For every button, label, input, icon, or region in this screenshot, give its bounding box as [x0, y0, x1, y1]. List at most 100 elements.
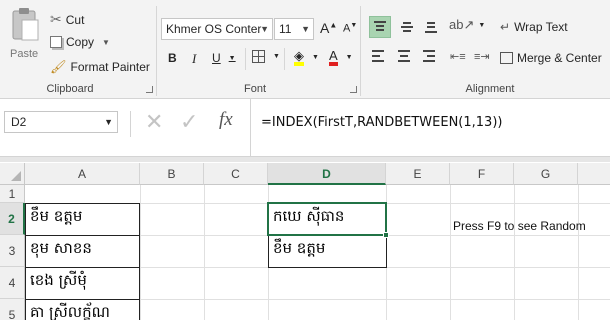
column-header-b[interactable]: B	[140, 163, 204, 185]
middle-align-button[interactable]	[397, 16, 419, 38]
select-all-corner[interactable]	[0, 163, 25, 185]
chevron-down-icon: ▼	[102, 37, 110, 47]
chevron-down-icon: ▼	[273, 53, 280, 60]
fx-icon: fx	[219, 109, 233, 130]
column-header-a[interactable]: A	[25, 163, 140, 185]
name-box-value: D2	[11, 115, 27, 129]
merge-center-icon	[500, 52, 513, 64]
cancel-formula-button[interactable]: ✕	[145, 111, 163, 133]
chevron-down-icon: ▼	[260, 24, 269, 34]
column-header-e[interactable]: E	[386, 163, 450, 185]
top-align-icon	[374, 21, 386, 31]
font-name-select[interactable]: Khmer OS Conter ▼	[161, 18, 273, 40]
merge-center-label: Merge & Center	[517, 51, 602, 65]
select-all-icon	[11, 171, 21, 181]
clipboard-group-label: Clipboard	[46, 83, 94, 95]
insert-function-button[interactable]: fx	[219, 109, 233, 131]
underline-button[interactable]: U ▼	[212, 51, 236, 65]
cut-label: Cut	[65, 12, 85, 27]
scissors-icon: ✂	[50, 11, 62, 27]
increase-font-icon: A▲	[320, 20, 338, 36]
chevron-down-icon: ▼	[478, 21, 486, 29]
merge-center-button[interactable]: Merge & Center	[500, 51, 602, 65]
cell-d3[interactable]: ខឹម ឧត្តម	[268, 235, 387, 268]
font-size-select[interactable]: 11 ▼	[274, 18, 314, 40]
wrap-text-icon: ↵	[500, 20, 511, 34]
font-size-value: 11	[279, 22, 292, 36]
formula-input[interactable]: =INDEX(FirstT,RANDBETWEEN(1,13))	[250, 99, 610, 157]
cut-button[interactable]: ✂ Cut	[50, 11, 84, 28]
row-header-1[interactable]: 1	[0, 185, 25, 203]
underline-label: U	[212, 51, 221, 65]
font-name-value: Khmer OS Conter	[166, 22, 262, 36]
cell-a2[interactable]: ខឹម ឧត្តម	[25, 203, 140, 236]
italic-button[interactable]: I	[192, 51, 196, 67]
font-color-button[interactable]: A ▼	[329, 49, 353, 66]
bold-button[interactable]: B	[168, 51, 177, 65]
chevron-down-icon: ▼	[104, 117, 113, 127]
borders-button[interactable]: ▼	[252, 50, 280, 63]
align-left-icon	[372, 50, 384, 62]
decrease-indent-icon: ⇤≡	[450, 51, 466, 63]
divider	[130, 111, 131, 137]
paste-icon	[12, 8, 39, 41]
column-header-h-partial[interactable]	[578, 163, 610, 185]
align-left-button[interactable]	[372, 50, 384, 62]
cell-a3[interactable]: ខុម សាខន	[25, 235, 140, 268]
format-painter-label: Format Painter	[70, 60, 150, 74]
bottom-align-button[interactable]	[421, 16, 443, 38]
copy-label: Copy	[66, 35, 95, 49]
copy-icon	[50, 36, 62, 48]
fill-color-button[interactable]: ◈ ▼	[294, 49, 319, 66]
column-header-c[interactable]: C	[204, 163, 268, 185]
row-header-3[interactable]: 3	[0, 235, 25, 267]
enter-formula-button[interactable]: ✓	[180, 111, 198, 133]
cell-d2-selected[interactable]: កឃេ ស៊ីធាន	[267, 202, 387, 236]
borders-icon	[252, 50, 265, 63]
chevron-down-icon: ▼	[301, 24, 310, 34]
wrap-text-button[interactable]: ↵ Wrap Text	[500, 20, 568, 34]
row-header-2[interactable]: 2	[0, 203, 25, 235]
column-header-d[interactable]: D	[268, 163, 386, 185]
alignment-group-label: Alignment	[465, 83, 515, 95]
top-align-button[interactable]	[369, 16, 391, 38]
name-box[interactable]: D2 ▼	[4, 111, 118, 133]
increase-font-size-button[interactable]: A▲	[320, 20, 337, 36]
divider	[284, 48, 285, 70]
format-painter-button[interactable]: 🖌 Format Painter	[50, 59, 150, 75]
decrease-font-icon: A▼	[343, 22, 358, 35]
formula-bar-gap	[0, 157, 610, 162]
fill-handle[interactable]	[383, 232, 389, 238]
worksheet-grid[interactable]: A B C D E F G 1 2 3 4 5 ខឹម ឧត្តម ខុម សា…	[0, 157, 610, 320]
clipboard-dialog-launcher[interactable]	[146, 86, 153, 93]
divider	[245, 48, 246, 70]
middle-align-icon	[401, 21, 413, 33]
copy-button[interactable]: Copy ▼	[50, 35, 110, 49]
hint-text: Press F9 to see Random	[453, 219, 586, 233]
orientation-button[interactable]: ab↗ ▼	[449, 17, 485, 33]
increase-indent-icon: ≡⇥	[474, 51, 490, 63]
column-header-f[interactable]: F	[450, 163, 514, 185]
divider	[156, 6, 157, 96]
fill-bucket-icon: ◈	[294, 49, 304, 66]
align-center-button[interactable]	[398, 50, 410, 62]
formula-bar: D2 ▼ ✕ ✓ fx =INDEX(FirstT,RANDBETWEEN(1,…	[0, 99, 610, 157]
orientation-icon: ab↗	[449, 17, 475, 32]
font-dialog-launcher[interactable]	[350, 86, 357, 93]
decrease-indent-button[interactable]: ⇤≡	[450, 50, 466, 63]
row-header-4[interactable]: 4	[0, 267, 25, 299]
cell-a5[interactable]: គា ស្រីលក្ខ័ណ	[25, 299, 140, 320]
align-right-button[interactable]	[423, 50, 435, 62]
increase-indent-button[interactable]: ≡⇥	[474, 50, 490, 63]
chevron-down-icon: ▼	[228, 54, 236, 62]
bold-label: B	[168, 51, 177, 65]
align-center-icon	[398, 50, 410, 62]
cell-a4[interactable]: ខេង ស្រីមុំ	[25, 267, 140, 300]
align-right-icon	[423, 50, 435, 62]
font-color-icon: A	[329, 49, 338, 66]
decrease-font-size-button[interactable]: A▼	[343, 22, 357, 35]
column-header-g[interactable]: G	[514, 163, 578, 185]
italic-label: I	[192, 51, 197, 66]
chevron-down-icon: ▼	[345, 54, 353, 61]
row-header-5[interactable]: 5	[0, 299, 25, 320]
